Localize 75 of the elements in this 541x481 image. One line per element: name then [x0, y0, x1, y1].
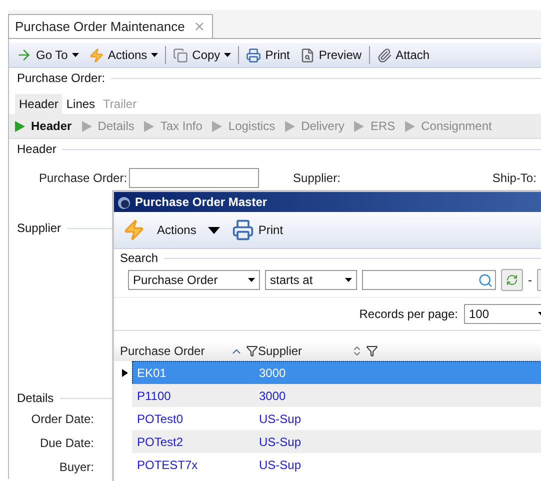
step-link[interactable]: Header: [15, 119, 72, 133]
toolbar-button[interactable]: Actions: [120, 219, 224, 241]
group-label: Details: [17, 391, 54, 405]
printer-icon: [232, 219, 254, 241]
play-icon: [285, 120, 296, 132]
table-row[interactable]: P1100 3000: [132, 384, 541, 408]
toolbar-button[interactable]: Go To: [13, 44, 82, 66]
field-label: Due Date:: [38, 435, 94, 452]
field-dropdown[interactable]: Purchase Order: [128, 270, 260, 290]
separator-text: -: [528, 273, 532, 287]
refresh-icon: [506, 274, 518, 286]
table-cell-text: US-Sup: [259, 434, 302, 448]
tab[interactable]: Lines: [62, 94, 100, 114]
close-icon[interactable]: [192, 20, 206, 33]
table-cell-text: POTEST7x: [137, 458, 199, 472]
preview-icon: [300, 48, 315, 62]
play-icon: [405, 120, 416, 132]
search-field[interactable]: [362, 270, 496, 290]
caret-icon: [224, 53, 232, 57]
table-cell-text: 3000: [259, 366, 287, 380]
paperclip-icon: [376, 48, 392, 62]
group-label: Header: [17, 142, 56, 156]
field-label: Buyer:: [58, 459, 94, 476]
toolbar-button[interactable]: Print: [243, 44, 293, 66]
play-icon: [144, 120, 154, 132]
table-cell-text: US-Sup: [259, 412, 302, 426]
printer-icon: [246, 48, 262, 62]
operator-dropdown[interactable]: starts at: [265, 270, 357, 290]
search-icon[interactable]: [478, 272, 493, 288]
table-row[interactable]: POTest2 US-Sup: [132, 430, 541, 454]
caret-icon: [151, 53, 158, 57]
sort-icon[interactable]: [351, 345, 363, 357]
records-label: Records per page:: [359, 307, 458, 321]
table-cell-text: POTest0: [137, 412, 184, 426]
group-label: Search: [120, 251, 158, 265]
toolbar-button[interactable]: Preview: [296, 44, 365, 66]
input-field[interactable]: [129, 168, 260, 188]
group-label: Supplier: [17, 221, 62, 235]
field-label: Supplier:: [293, 171, 340, 185]
toolbar-button[interactable]: Copy: [170, 44, 234, 66]
play-icon: [15, 120, 25, 132]
play-icon: [354, 120, 364, 132]
play-icon: [82, 120, 92, 132]
records-dropdown[interactable]: 100: [464, 304, 541, 324]
toolbar-button[interactable]: Print: [229, 219, 286, 241]
caret-icon: [248, 278, 255, 282]
toolbar-button[interactable]: Attach: [374, 44, 433, 66]
refresh-button[interactable]: [501, 269, 523, 291]
field-label: Purchase Order:: [39, 171, 128, 185]
filter-icon[interactable]: [366, 345, 378, 357]
table-cell-text: 3000: [259, 388, 287, 402]
app-icon: [117, 195, 131, 209]
play-icon: [212, 120, 222, 132]
window-title: Purchase Order Master: [135, 195, 268, 209]
column-header[interactable]: Purchase Order: [120, 344, 227, 358]
document-tab[interactable]: Purchase Order Maintenance: [8, 14, 213, 38]
table-cell-text: P1100: [137, 388, 172, 402]
table-cell-text: US-Sup: [259, 458, 302, 472]
filter-icon[interactable]: [246, 345, 258, 357]
caret-icon: [72, 53, 79, 57]
tab[interactable]: Header: [15, 94, 62, 114]
field-label: Order Date:: [30, 411, 94, 428]
group-label: Purchase Order:: [17, 71, 106, 85]
caret-icon: [345, 278, 352, 282]
row-pointer-icon: [120, 368, 130, 378]
table-cell-text: EK01: [137, 366, 168, 380]
table-cell-text: POTest2: [137, 434, 184, 448]
caret-icon: [208, 226, 220, 234]
lightning-icon: [123, 219, 145, 241]
toolbar-button[interactable]: Actions: [86, 44, 162, 66]
lightning-icon: [88, 48, 104, 62]
copy-icon: [173, 48, 188, 62]
column-header[interactable]: Supplier: [258, 344, 348, 358]
field-label: Ship-To:: [492, 171, 536, 185]
arrow-icon: [16, 47, 32, 63]
